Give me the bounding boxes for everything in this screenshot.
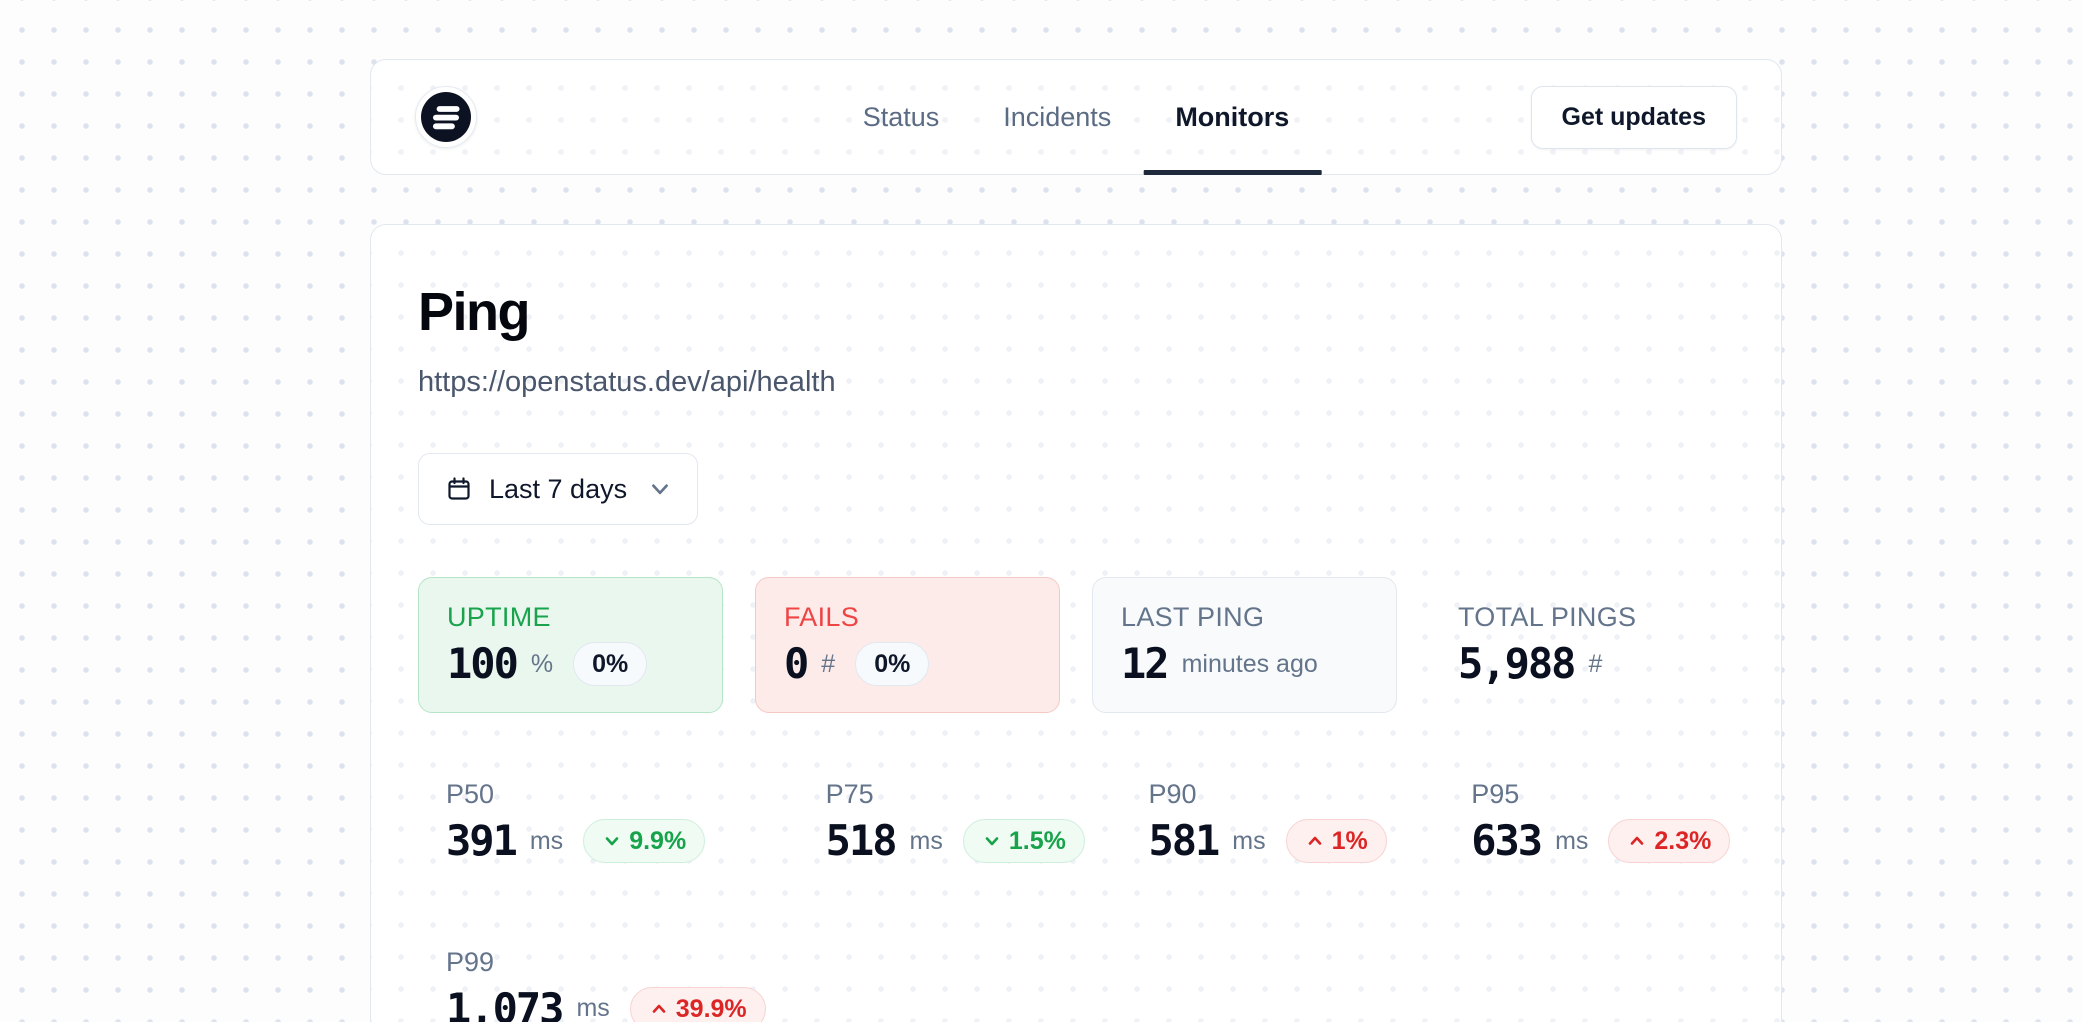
stat-card: TOTAL PINGS 5,988 # (1429, 577, 1734, 713)
main-nav: Status Incidents Monitors (831, 60, 1322, 174)
percentile-item: P50 391 ms 9.9% (418, 779, 766, 864)
stat-card: FAILS 0 # 0% (755, 577, 1060, 713)
percentile-unit: ms (1232, 827, 1265, 856)
stat-value: 5,988 (1458, 641, 1574, 687)
monitor-url: https://openstatus.dev/api/health (418, 366, 1734, 399)
header-bar: Status Incidents Monitors Get updates (370, 59, 1782, 175)
trend-badge: 39.9% (630, 987, 766, 1022)
stat-unit: # (1588, 650, 1602, 679)
stat-card: LAST PING 12 minutes ago (1092, 577, 1397, 713)
delta-badge: 0% (573, 642, 647, 686)
chevron-down-icon (602, 831, 622, 851)
percentile-item: P75 518 ms 1.5% (798, 779, 1089, 864)
trend-badge-value: 39.9% (676, 994, 747, 1022)
date-range-label: Last 7 days (489, 474, 627, 505)
percentile-label: P75 (826, 779, 1089, 810)
percentile-value: 1,073 (446, 986, 562, 1022)
stat-label: LAST PING (1121, 602, 1368, 633)
percentile-label: P99 (446, 947, 766, 978)
nav-tab[interactable]: Incidents (971, 60, 1143, 174)
percentile-label: P90 (1148, 779, 1411, 810)
delta-badge: 0% (855, 642, 929, 686)
calendar-icon (445, 475, 473, 503)
chevron-up-icon (649, 999, 669, 1019)
stat-value: 0 (784, 641, 807, 687)
stat-label: UPTIME (447, 602, 694, 633)
delta-badge-value: 0% (874, 649, 910, 679)
percentile-value: 633 (1471, 818, 1541, 864)
get-updates-button[interactable]: Get updates (1531, 86, 1737, 149)
percentile-label: P95 (1471, 779, 1734, 810)
chevron-up-icon (1627, 831, 1647, 851)
percentile-value: 391 (446, 818, 516, 864)
openstatus-logo[interactable] (415, 86, 477, 148)
date-range-button[interactable]: Last 7 days (418, 453, 698, 525)
stat-unit: # (821, 650, 835, 679)
stat-unit: minutes ago (1182, 650, 1318, 679)
percentile-unit: ms (530, 827, 563, 856)
stat-label: TOTAL PINGS (1458, 602, 1705, 633)
chevron-down-icon (649, 478, 671, 500)
trend-badge: 1.5% (963, 819, 1085, 863)
stats-grid: UPTIME 100 % 0% FAILS 0 # (418, 577, 1734, 713)
chevron-down-icon (982, 831, 1002, 851)
percentile-item: P95 633 ms 2.3% (1443, 779, 1734, 864)
percentiles-grid: P50 391 ms 9.9% (418, 779, 1734, 1022)
percentile-unit: ms (1555, 827, 1588, 856)
stat-value: 100 (447, 641, 517, 687)
trend-badge-value: 2.3% (1654, 826, 1711, 856)
nav-tab[interactable]: Status (831, 60, 972, 174)
trend-badge-value: 1% (1332, 826, 1368, 856)
nav-tab[interactable]: Monitors (1143, 60, 1321, 174)
openstatus-logo-icon (421, 92, 471, 142)
stat-card: UPTIME 100 % 0% (418, 577, 723, 713)
stat-label: FAILS (784, 602, 1031, 633)
trend-badge-value: 1.5% (1009, 826, 1066, 856)
stat-value: 12 (1121, 641, 1168, 687)
percentile-item: P99 1,073 ms 39.9% (418, 947, 766, 1022)
trend-badge-value: 9.9% (629, 826, 686, 856)
percentile-value: 581 (1148, 818, 1218, 864)
chevron-up-icon (1305, 831, 1325, 851)
trend-badge: 1% (1286, 819, 1387, 863)
percentile-item: P90 581 ms 1% (1120, 779, 1411, 864)
percentile-label: P50 (446, 779, 766, 810)
percentile-unit: ms (910, 827, 943, 856)
monitor-card: Ping https://openstatus.dev/api/health L… (370, 224, 1782, 1022)
page-title: Ping (418, 283, 1734, 342)
delta-badge-value: 0% (592, 649, 628, 679)
trend-badge: 2.3% (1608, 819, 1730, 863)
percentile-value: 518 (826, 818, 896, 864)
stat-unit: % (531, 650, 553, 679)
percentile-unit: ms (576, 994, 609, 1022)
page: Status Incidents Monitors Get updates Pi… (0, 0, 2082, 1022)
trend-badge: 9.9% (583, 819, 705, 863)
